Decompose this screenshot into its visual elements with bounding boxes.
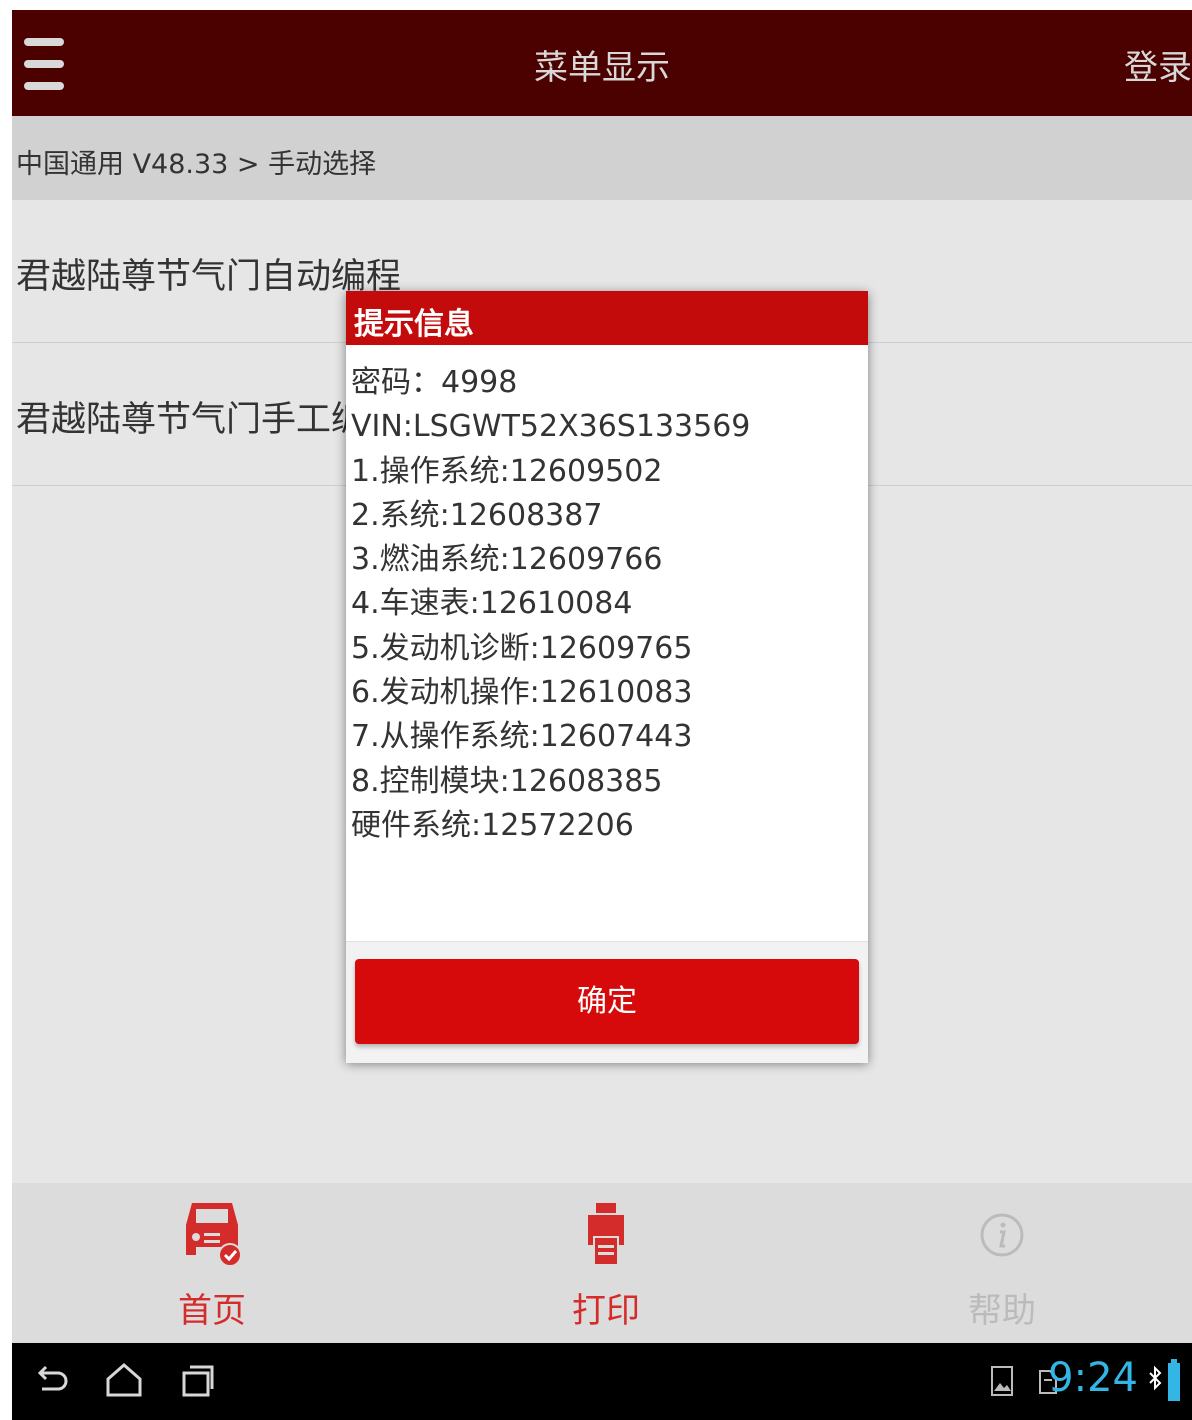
bottom-toolbar: 首页 打印 帮助 [12, 1183, 1192, 1343]
bluetooth-icon [1149, 1365, 1162, 1391]
car-icon [186, 1203, 242, 1267]
cropped-caption-strip [0, 0, 1192, 10]
dialog-line: 硬件系统:12572206 [351, 807, 634, 843]
dialog-line: 5.发动机诊断:12609765 [351, 630, 693, 666]
ok-button[interactable]: 确定 [355, 959, 859, 1044]
dialog-line: 2.系统:12608387 [351, 497, 603, 533]
menu-item-label: 君越陆尊节气门自动编程 [16, 257, 402, 297]
info-icon [980, 1213, 1024, 1257]
home-label: 首页 [178, 1291, 246, 1331]
home-button[interactable]: 首页 [112, 1183, 312, 1343]
dialog-line: 密码：4998 [351, 365, 518, 400]
clock: 9:24 [1048, 1355, 1138, 1401]
home-nav-icon[interactable] [104, 1361, 144, 1401]
printer-icon [588, 1203, 624, 1266]
breadcrumb: 中国通用 V48.33 > 手动选择 [12, 116, 1192, 200]
dialog-line: 1.操作系统:12609502 [351, 453, 663, 489]
dialog-line: 6.发动机操作:12610083 [351, 675, 693, 711]
dialog-line: VIN:LSGWT52X36S133569 [351, 409, 751, 445]
dialog-line: 7.从操作系统:12607443 [351, 719, 693, 755]
menu-item-label: 君越陆尊节气门手工编程 [16, 400, 402, 440]
dialog-line: 4.车速表:12610084 [351, 586, 633, 622]
page-title: 菜单显示 [534, 48, 670, 88]
dialog-footer: 确定 [346, 941, 868, 1063]
print-button[interactable]: 打印 [506, 1183, 706, 1343]
system-navigation-bar: 9:24 [12, 1343, 1192, 1420]
help-button[interactable]: 帮助 [902, 1183, 1102, 1343]
back-icon[interactable] [34, 1361, 70, 1401]
breadcrumb-text: 中国通用 V48.33 > 手动选择 [16, 149, 377, 180]
dialog-body: 密码：4998 VIN:LSGWT52X36S133569 1.操作系统:126… [351, 361, 861, 848]
info-dialog: 提示信息 密码：4998 VIN:LSGWT52X36S133569 1.操作系… [346, 291, 868, 1063]
recent-apps-icon[interactable] [180, 1361, 216, 1401]
login-button[interactable]: 登录 [1124, 40, 1192, 89]
title-bar: 菜单显示 登录 [12, 10, 1192, 116]
dialog-header: 提示信息 [346, 291, 868, 345]
help-label: 帮助 [968, 1291, 1036, 1331]
battery-icon [1168, 1359, 1180, 1401]
dialog-line: 3.燃油系统:12609766 [351, 542, 663, 578]
print-label: 打印 [572, 1291, 640, 1331]
dialog-line: 8.控制模块:12608385 [351, 763, 663, 799]
gallery-icon [991, 1366, 1013, 1396]
dialog-title: 提示信息 [354, 307, 474, 342]
